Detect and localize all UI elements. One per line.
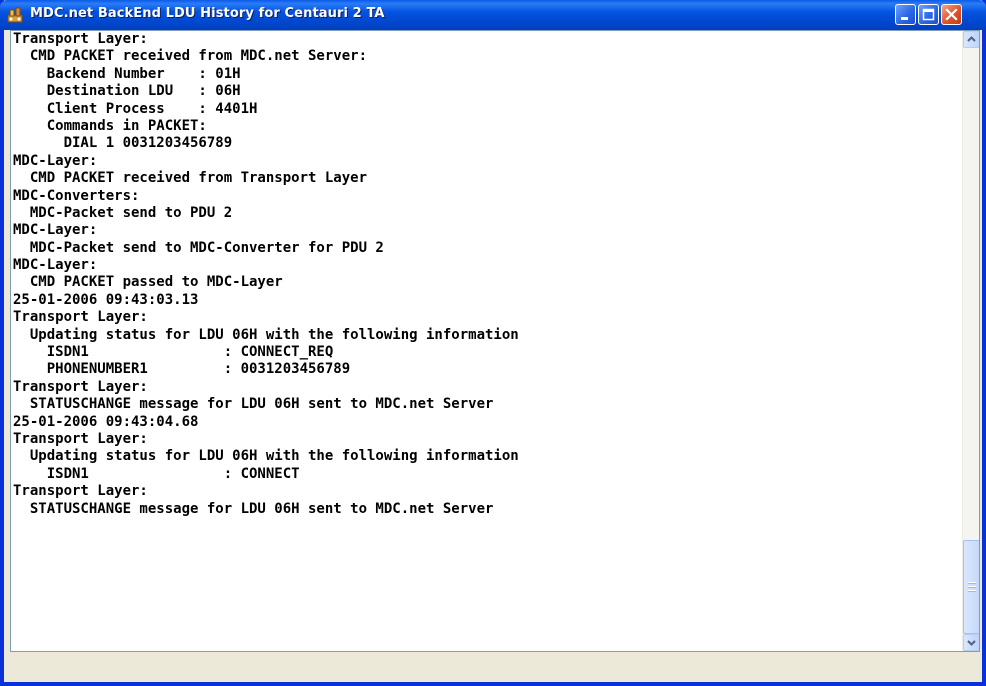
maximize-icon xyxy=(922,8,935,21)
minimize-button[interactable] xyxy=(895,4,916,25)
close-button[interactable] xyxy=(941,4,962,25)
scroll-down-button[interactable] xyxy=(963,634,979,651)
status-bar xyxy=(10,654,980,682)
log-line: MDC-Layer: xyxy=(13,222,98,239)
log-line: CMD PACKET passed to MDC-Layer xyxy=(13,274,283,291)
log-line: CMD PACKET received from MDC.net Server: xyxy=(13,48,368,65)
app-icon xyxy=(7,7,23,23)
log-line: 25-01-2006 09:43:04.68 xyxy=(13,413,199,430)
log-line: Transport Layer: xyxy=(13,31,148,47)
window-title: MDC.net BackEnd LDU History for Centauri… xyxy=(30,6,385,21)
log-line: Backend Number : 01H xyxy=(13,65,241,82)
close-icon xyxy=(945,8,958,21)
log-line: ISDN1 : CONNECT_REQ xyxy=(13,344,334,361)
title-bar[interactable]: MDC.net BackEnd LDU History for Centauri… xyxy=(0,0,986,30)
scroll-up-arrow-icon xyxy=(967,36,976,42)
log-line: Transport Layer: xyxy=(13,430,148,447)
log-line: Transport Layer: xyxy=(13,309,148,326)
log-line: 25-01-2006 09:43:03.13 xyxy=(13,291,199,308)
log-line: ISDN1 : CONNECT xyxy=(13,465,300,482)
log-line: MDC-Layer: xyxy=(13,257,98,274)
log-line: Client Process : 4401H xyxy=(13,100,258,117)
log-line: Transport Layer: xyxy=(13,483,148,500)
log-text-area[interactable]: Transport Layer: CMD PACKET received fro… xyxy=(13,31,963,651)
vertical-scrollbar[interactable] xyxy=(962,31,979,651)
log-line: CMD PACKET received from Transport Layer xyxy=(13,170,368,187)
maximize-button[interactable] xyxy=(918,4,939,25)
scroll-grip-icon xyxy=(968,582,976,592)
log-line: DIAL 1 0031203456789 xyxy=(13,135,233,152)
log-view[interactable]: Transport Layer: CMD PACKET received fro… xyxy=(10,30,980,652)
log-line: Destination LDU : 06H xyxy=(13,83,241,100)
app-window: MDC.net BackEnd LDU History for Centauri… xyxy=(0,0,986,686)
log-line: MDC-Packet send to MDC-Converter for PDU… xyxy=(13,239,384,256)
scroll-thumb[interactable] xyxy=(963,540,979,634)
log-line: MDC-Packet send to PDU 2 xyxy=(13,204,233,221)
log-line: STATUSCHANGE message for LDU 06H sent to… xyxy=(13,396,494,413)
log-line: Updating status for LDU 06H with the fol… xyxy=(13,326,519,343)
minimize-icon xyxy=(901,17,908,20)
log-line: MDC-Converters: xyxy=(13,187,140,204)
log-line: Updating status for LDU 06H with the fol… xyxy=(13,448,519,465)
log-line: Commands in PACKET: xyxy=(13,117,207,134)
scroll-up-button[interactable] xyxy=(963,31,979,48)
log-line: Transport Layer: xyxy=(13,378,148,395)
log-line: STATUSCHANGE message for LDU 06H sent to… xyxy=(13,500,494,517)
scroll-down-arrow-icon xyxy=(967,640,976,646)
log-line: MDC-Layer: xyxy=(13,152,98,169)
log-line: PHONENUMBER1 : 0031203456789 xyxy=(13,361,351,378)
